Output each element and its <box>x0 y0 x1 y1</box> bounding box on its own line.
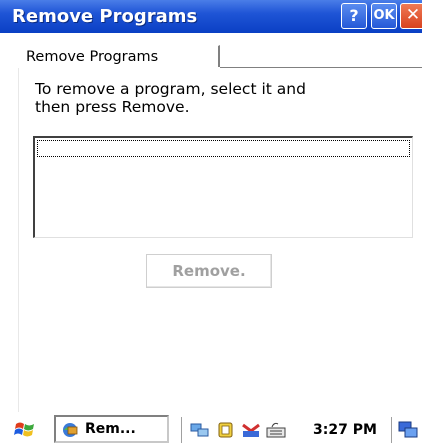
show-desktop-icon[interactable] <box>398 421 418 439</box>
ok-button[interactable]: OK <box>371 3 397 29</box>
clock[interactable]: 3:27 PM <box>313 413 377 447</box>
taskbar-button-remove-programs[interactable]: Rem... <box>54 415 169 443</box>
tab-panel <box>18 68 422 412</box>
focus-rectangle <box>37 140 410 157</box>
program-list[interactable] <box>33 136 413 238</box>
input-icon[interactable] <box>241 421 261 439</box>
taskbar-button-label: Rem... <box>85 421 136 437</box>
taskbar: Rem... 3:27 PM <box>0 412 422 447</box>
battery-icon[interactable] <box>216 421 236 439</box>
remove-programs-icon <box>60 421 80 439</box>
keyboard-icon[interactable] <box>266 421 286 439</box>
title-bar: Remove Programs ? OK ✕ <box>0 0 422 33</box>
taskbar-separator <box>391 417 392 443</box>
tab-strip: Remove Programs <box>0 33 422 68</box>
windows-flag-icon[interactable] <box>14 420 36 440</box>
network-icon[interactable] <box>190 421 210 439</box>
close-button[interactable]: ✕ <box>400 3 422 29</box>
taskbar-separator <box>181 417 182 443</box>
tab-remove-programs[interactable]: Remove Programs <box>18 45 220 67</box>
remove-button[interactable]: Remove. <box>146 254 272 288</box>
window-title: Remove Programs <box>12 6 198 27</box>
help-button[interactable]: ? <box>341 3 367 29</box>
instructions-text: To remove a program, select it and then … <box>35 80 306 116</box>
